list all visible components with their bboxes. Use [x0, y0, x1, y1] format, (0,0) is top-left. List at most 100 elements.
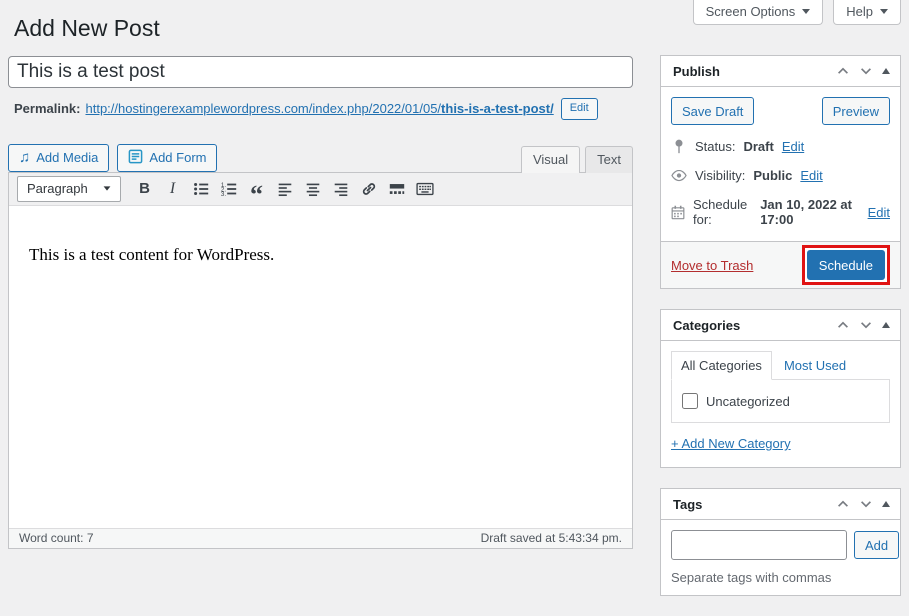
word-count-value: 7	[87, 531, 94, 545]
align-left-button[interactable]	[271, 176, 298, 202]
bullet-list-button[interactable]	[187, 176, 214, 202]
toggle-panel-button[interactable]	[882, 501, 890, 507]
bullet-list-icon	[192, 180, 210, 198]
move-to-trash-link[interactable]: Move to Trash	[671, 258, 753, 273]
move-up-button[interactable]	[836, 497, 850, 511]
italic-button[interactable]: I	[159, 176, 186, 202]
schedule-edit-link[interactable]: Edit	[868, 205, 890, 220]
new-tag-input[interactable]	[671, 530, 847, 560]
toolbar-toggle-button[interactable]	[411, 176, 438, 202]
permalink-slug: this-is-a-test-post/	[441, 101, 554, 116]
editor-content-area[interactable]: This is a test content for WordPress.	[9, 206, 632, 528]
move-up-button[interactable]	[836, 318, 850, 332]
categories-panel-header[interactable]: Categories	[661, 310, 900, 341]
post-title-input[interactable]	[8, 56, 633, 88]
editor-status-bar: Word count: 7 Draft saved at 5:43:34 pm.	[9, 528, 632, 548]
status-label: Status:	[695, 139, 735, 154]
tab-text[interactable]: Text	[585, 146, 633, 173]
screen-options-button[interactable]: Screen Options	[693, 0, 824, 25]
permalink-link[interactable]: http://hostingerexamplewordpress.com/ind…	[85, 101, 553, 116]
page-title: Add New Post	[14, 15, 633, 43]
help-button[interactable]: Help	[833, 0, 901, 25]
tab-all-categories[interactable]: All Categories	[671, 351, 772, 380]
align-center-icon	[304, 180, 322, 198]
media-icon: ♫	[19, 150, 30, 165]
numbered-list-icon: 1.2.3.	[220, 180, 238, 198]
add-new-category-link[interactable]: + Add New Category	[671, 436, 791, 451]
blockquote-icon: “	[250, 190, 263, 200]
triangle-up-icon	[882, 501, 890, 507]
add-tag-button[interactable]: Add	[854, 531, 899, 559]
link-icon	[360, 180, 378, 198]
category-label: Uncategorized	[706, 394, 790, 409]
post-status-row: Status: Draft Edit	[671, 139, 890, 154]
help-label: Help	[846, 4, 873, 19]
word-count: Word count: 7	[19, 531, 94, 545]
editor-toolbar: Paragraph B I 1.2.3. “	[9, 173, 632, 206]
categories-panel-body: All Categories Most Used Uncategorized +…	[661, 341, 900, 467]
schedule-value: Jan 10, 2022 at 17:00	[760, 197, 859, 227]
category-tabs: All Categories Most Used	[671, 351, 890, 379]
align-left-icon	[276, 180, 294, 198]
numbered-list-button[interactable]: 1.2.3.	[215, 176, 242, 202]
screen-meta-links: Screen Options Help	[693, 0, 901, 25]
triangle-up-icon	[882, 322, 890, 328]
status-edit-link[interactable]: Edit	[782, 139, 804, 154]
main-column: Add New Post Permalink: http://hostinger…	[8, 0, 633, 549]
read-more-tag-button[interactable]	[383, 176, 410, 202]
add-form-button[interactable]: Add Form	[117, 144, 217, 172]
move-down-button[interactable]	[859, 64, 873, 78]
chevron-down-icon	[802, 9, 810, 14]
triangle-up-icon	[882, 68, 890, 74]
visibility-label: Visibility:	[695, 168, 745, 183]
tags-panel-title: Tags	[673, 497, 702, 512]
align-center-button[interactable]	[299, 176, 326, 202]
toggle-panel-button[interactable]	[882, 322, 890, 328]
visibility-edit-link[interactable]: Edit	[800, 168, 822, 183]
add-media-button[interactable]: ♫ Add Media	[8, 144, 109, 172]
category-checkbox-uncategorized[interactable]	[682, 393, 698, 409]
chevron-down-icon	[104, 187, 111, 191]
align-right-button[interactable]	[327, 176, 354, 202]
chevron-up-icon	[836, 318, 850, 332]
bold-button[interactable]: B	[131, 176, 158, 202]
visibility-row: Visibility: Public Edit	[671, 168, 890, 183]
schedule-button[interactable]: Schedule	[807, 250, 885, 280]
form-icon	[128, 149, 143, 167]
permalink-label: Permalink:	[14, 101, 80, 116]
eye-icon	[671, 169, 687, 182]
tags-hint: Separate tags with commas	[671, 570, 890, 585]
category-checklist: Uncategorized	[671, 379, 890, 423]
move-down-button[interactable]	[859, 497, 873, 511]
save-draft-button[interactable]: Save Draft	[671, 97, 754, 125]
editor-mode-tabs: Visual Text	[521, 146, 633, 172]
tags-panel-header[interactable]: Tags	[661, 489, 900, 520]
media-buttons-row: ♫ Add Media Add Form Visual Text	[8, 144, 633, 172]
tab-visual[interactable]: Visual	[521, 146, 580, 173]
permalink-url-base: http://hostingerexamplewordpress.com/ind…	[85, 101, 441, 116]
move-up-button[interactable]	[836, 64, 850, 78]
publish-panel: Publish Save Draft Preview Status: Draft…	[660, 55, 901, 289]
categories-panel: Categories All Categories Most Used Unca…	[660, 309, 901, 468]
paragraph-format-select[interactable]: Paragraph	[17, 176, 121, 202]
chevron-down-icon	[859, 318, 873, 332]
move-down-button[interactable]	[859, 318, 873, 332]
toggle-panel-button[interactable]	[882, 68, 890, 74]
permalink-row: Permalink: http://hostingerexamplewordpr…	[14, 98, 633, 120]
blockquote-button[interactable]: “	[243, 176, 270, 202]
sidebar: Publish Save Draft Preview Status: Draft…	[660, 55, 901, 616]
keyboard-icon	[416, 180, 434, 198]
insert-link-button[interactable]	[355, 176, 382, 202]
tab-most-used[interactable]: Most Used	[772, 352, 858, 379]
annotation-highlight-box: Schedule	[802, 245, 890, 285]
schedule-row: Schedule for: Jan 10, 2022 at 17:00 Edit	[671, 197, 890, 227]
more-tag-icon	[388, 180, 406, 198]
screen-options-label: Screen Options	[706, 4, 796, 19]
align-right-icon	[332, 180, 350, 198]
publish-panel-header[interactable]: Publish	[661, 56, 900, 87]
calendar-icon	[671, 205, 685, 220]
publish-panel-body: Save Draft Preview Status: Draft Edit Vi…	[661, 87, 900, 227]
permalink-edit-button[interactable]: Edit	[561, 98, 598, 120]
preview-button[interactable]: Preview	[822, 97, 890, 125]
status-value: Draft	[743, 139, 773, 154]
